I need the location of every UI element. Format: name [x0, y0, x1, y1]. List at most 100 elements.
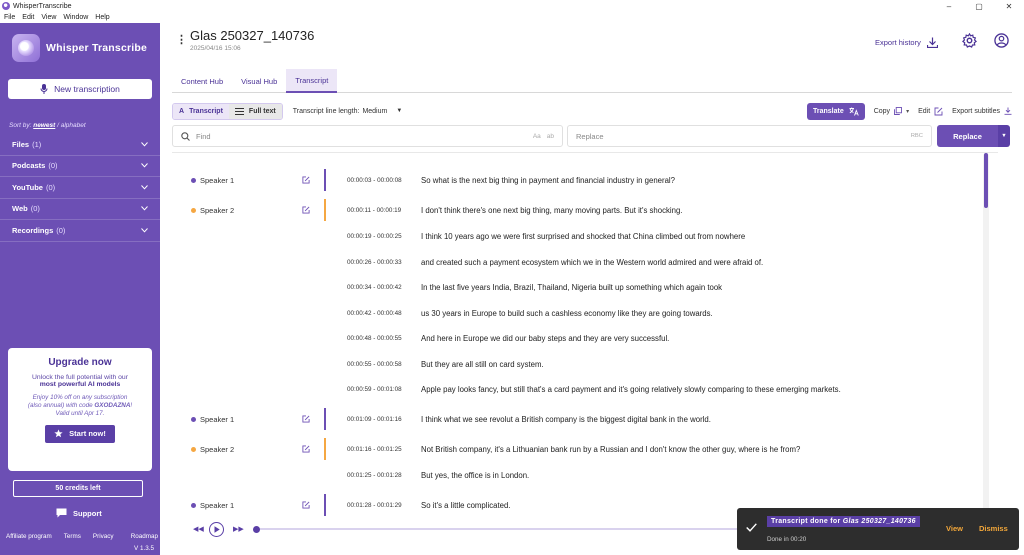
progress-knob[interactable]	[253, 525, 260, 533]
transcript-row[interactable]: 00:00:59 - 00:01:08 Apple pay looks fancy…	[172, 378, 998, 400]
transcript-text[interactable]: So what is the next big thing in payment…	[421, 176, 675, 185]
transcript-text[interactable]: In the last five years India, Brazil, Th…	[421, 283, 722, 292]
transcript-text[interactable]: Not British company, it's a Lithuanian b…	[421, 445, 800, 454]
menu-help[interactable]: Help	[95, 14, 109, 21]
new-transcription-button[interactable]: New transcription	[8, 79, 152, 99]
toast-dismiss-button[interactable]: Dismiss	[979, 524, 1008, 533]
whole-word-icon[interactable]: ab	[547, 133, 554, 140]
match-case-toggle[interactable]: Aa	[533, 133, 541, 140]
timestamp[interactable]: 00:00:11 - 00:00:19	[347, 207, 401, 214]
transcript-row[interactable]: 00:00:42 - 00:00:48 us 30 years in Europe…	[172, 302, 998, 324]
sort-alphabet[interactable]: alphabet	[61, 122, 86, 129]
timestamp[interactable]: 00:00:34 - 00:00:42	[347, 284, 402, 291]
speaker-label[interactable]: Speaker 2	[191, 206, 234, 215]
rewind-icon[interactable]: ◀◀	[193, 525, 204, 533]
transcript-text[interactable]: I think 10 years ago we were first surpr…	[421, 232, 745, 241]
edit-speaker-icon[interactable]	[302, 445, 310, 453]
tab-visual-hub[interactable]: Visual Hub	[232, 69, 286, 93]
folder-youtube[interactable]: YouTube (0)	[0, 177, 160, 199]
edit-speaker-icon[interactable]	[302, 501, 310, 509]
transcript-text[interactable]: I think what we see revolut a British co…	[421, 415, 711, 424]
forward-icon[interactable]: ▶▶	[233, 525, 244, 533]
translate-button[interactable]: Translate	[806, 102, 865, 120]
transcript-row[interactable]: Speaker 2 00:00:11 - 00:00:19 I don't thin…	[172, 199, 998, 221]
full-text-view-button[interactable]: Full text	[228, 103, 282, 119]
toast-view-button[interactable]: View	[946, 524, 963, 533]
transcript-text[interactable]: But yes, the office is in London.	[421, 471, 529, 480]
folder-recordings[interactable]: Recordings (0)	[0, 220, 160, 242]
export-subtitles-button[interactable]: Export subtitles	[952, 107, 1012, 115]
credits-button[interactable]: 50 credits left	[13, 480, 143, 497]
transcript-row[interactable]: Speaker 1 00:00:03 - 00:00:08 So what is t…	[172, 169, 998, 191]
play-button[interactable]	[209, 521, 224, 537]
find-input[interactable]: Find Aa ab	[172, 125, 563, 147]
timestamp[interactable]: 00:01:09 - 00:01:16	[347, 416, 402, 423]
edit-speaker-icon[interactable]	[302, 415, 310, 423]
start-now-button[interactable]: Start now!	[45, 424, 115, 443]
timestamp[interactable]: 00:01:28 - 00:01:29	[347, 502, 402, 509]
folder-web[interactable]: Web (0)	[0, 199, 160, 220]
speaker-label[interactable]: Speaker 1	[191, 501, 234, 510]
timestamp[interactable]: 00:00:48 - 00:00:55	[347, 335, 402, 342]
replace-options-dropdown[interactable]: ▼	[998, 125, 1010, 147]
transcript-text[interactable]: So it's a little complicated.	[421, 501, 510, 510]
transcript-row[interactable]: 00:01:25 - 00:01:28 But yes, the office i…	[172, 464, 998, 486]
close-button[interactable]: ✕	[994, 0, 1024, 12]
line-length-select[interactable]: Transcript line length: Medium ▼	[293, 108, 403, 115]
gear-icon[interactable]	[962, 33, 977, 48]
speaker-label[interactable]: Speaker 1	[191, 176, 234, 185]
menu-view[interactable]: View	[41, 14, 56, 21]
support-link[interactable]: Support	[56, 508, 102, 518]
more-options-icon[interactable]: ⋮	[176, 33, 187, 46]
transcript-row[interactable]: Speaker 1 00:01:09 - 00:01:16 I think what…	[172, 408, 998, 430]
transcript-text[interactable]: and created such a payment ecosystem whi…	[421, 258, 763, 267]
timestamp[interactable]: 00:00:03 - 00:00:08	[347, 177, 402, 184]
tab-transcript[interactable]: Transcript	[286, 69, 338, 93]
find-placeholder: Find	[196, 131, 211, 141]
transcript-row[interactable]: 00:00:19 - 00:00:25 I think 10 years ago …	[172, 225, 998, 247]
transcript-row[interactable]: 00:00:48 - 00:00:55 And here in Europe we…	[172, 327, 998, 349]
timestamp[interactable]: 00:00:59 - 00:01:08	[347, 386, 402, 393]
copy-button[interactable]: Copy ▾	[874, 107, 909, 115]
folder-podcasts[interactable]: Podcasts (0)	[0, 156, 160, 177]
sort-newest[interactable]: newest	[33, 122, 55, 129]
transcript-text[interactable]: But they are all still on card system.	[421, 360, 544, 369]
account-icon[interactable]	[994, 33, 1009, 48]
transcript-row[interactable]: 00:00:55 - 00:00:58 But they are all stil…	[172, 353, 998, 375]
transcript-text[interactable]: Apple pay looks fancy, but still that's …	[421, 385, 841, 394]
speaker-label[interactable]: Speaker 1	[191, 415, 234, 424]
affiliate-link[interactable]: Affiliate program	[6, 533, 52, 540]
transcript-text[interactable]: I don't think there's one next big thing…	[421, 206, 682, 215]
export-history-button[interactable]: Export history	[875, 37, 938, 48]
timestamp[interactable]: 00:00:19 - 00:00:25	[347, 233, 402, 240]
menu-file[interactable]: File	[4, 14, 15, 21]
edit-speaker-icon[interactable]	[302, 206, 310, 214]
terms-link[interactable]: Terms	[64, 533, 81, 540]
transcript-text[interactable]: And here in Europe we did our baby steps…	[421, 334, 669, 343]
tab-content-hub[interactable]: Content Hub	[172, 69, 232, 93]
replace-input[interactable]: Replace RBC	[567, 125, 932, 147]
timestamp[interactable]: 00:00:42 - 00:00:48	[347, 310, 402, 317]
folder-files[interactable]: Files (1)	[0, 134, 160, 156]
transcript-row[interactable]: 00:00:34 - 00:00:42 In the last five year…	[172, 276, 998, 298]
timestamp[interactable]: 00:00:26 - 00:00:33	[347, 259, 402, 266]
transcript-row[interactable]: 00:00:26 - 00:00:33 and created such a pa…	[172, 251, 998, 273]
transcript-text[interactable]: us 30 years in Europe to build such a ca…	[421, 309, 713, 318]
scrollbar-thumb[interactable]	[984, 153, 988, 208]
edit-button[interactable]: Edit	[918, 107, 943, 116]
minimize-button[interactable]: –	[934, 0, 964, 12]
transcript-view-button[interactable]: A Transcript	[173, 103, 229, 119]
edit-speaker-icon[interactable]	[302, 176, 310, 184]
timestamp[interactable]: 00:01:25 - 00:01:28	[347, 472, 402, 479]
roadmap-link[interactable]: Roadmap	[131, 533, 158, 540]
timestamp[interactable]: 00:01:16 - 00:01:25	[347, 446, 402, 453]
transcript-row[interactable]: Speaker 2 00:01:16 - 00:01:25 Not British …	[172, 438, 998, 460]
timestamp[interactable]: 00:00:55 - 00:00:58	[347, 361, 402, 368]
promo-code: GXODAZNA	[94, 402, 131, 410]
privacy-link[interactable]: Privacy	[93, 533, 114, 540]
menu-window[interactable]: Window	[63, 14, 88, 21]
replace-button[interactable]: Replace	[937, 125, 998, 147]
maximize-button[interactable]: ▢	[964, 0, 994, 12]
menu-edit[interactable]: Edit	[22, 14, 34, 21]
speaker-label[interactable]: Speaker 2	[191, 445, 234, 454]
